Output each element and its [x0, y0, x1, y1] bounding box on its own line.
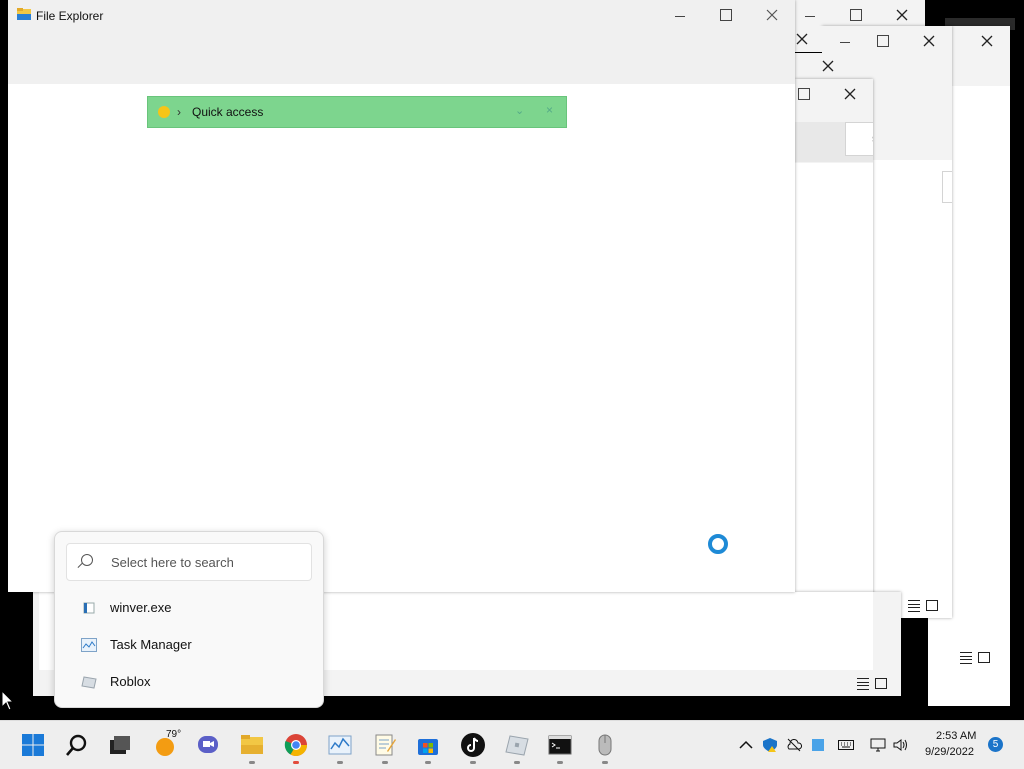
close-button[interactable] — [805, 53, 847, 79]
search-result-label: Task Manager — [110, 637, 192, 652]
start-button[interactable] — [21, 733, 45, 757]
view-buttons[interactable] — [960, 652, 990, 664]
weather-temperature: 79° — [166, 729, 182, 740]
file-explorer-icon[interactable] — [240, 733, 264, 757]
search-result-label: winver.exe — [110, 600, 172, 615]
minimize-button[interactable] — [657, 0, 703, 30]
minimize-button[interactable] — [830, 26, 860, 56]
search-result-roblox[interactable]: Roblox — [55, 664, 321, 700]
volume-icon[interactable] — [893, 738, 909, 752]
security-shield-icon[interactable] — [762, 738, 778, 752]
background-window-7[interactable]: ss — [795, 79, 873, 669]
view-buttons[interactable] — [857, 678, 887, 690]
background-window-5[interactable] — [795, 53, 847, 79]
microsoft-store-icon[interactable] — [416, 733, 440, 757]
running-indicator — [470, 761, 476, 764]
close-button[interactable] — [827, 79, 873, 109]
running-indicator — [293, 761, 299, 764]
app-tray-icon[interactable] — [810, 738, 826, 752]
task-view-icon[interactable] — [108, 733, 132, 757]
terminal-icon[interactable] — [548, 733, 572, 757]
address-field-text: ss — [872, 133, 873, 145]
quick-access-star-icon — [158, 106, 170, 118]
tiktok-icon[interactable] — [461, 733, 485, 757]
maximize-button[interactable] — [795, 79, 827, 109]
chevron-right-icon[interactable]: › — [177, 105, 181, 119]
notepad-icon[interactable] — [373, 733, 397, 757]
notification-badge[interactable]: 5 — [988, 737, 1003, 752]
close-icon[interactable]: × — [546, 103, 553, 117]
view-buttons[interactable] — [908, 600, 938, 612]
address-field-partial[interactable]: ss — [845, 122, 873, 156]
chrome-icon[interactable] — [284, 733, 308, 757]
loading-spinner — [708, 534, 728, 554]
details-view-icon[interactable] — [908, 600, 920, 612]
chevron-down-icon[interactable]: ⌄ — [515, 104, 524, 117]
search-icon[interactable] — [65, 733, 89, 757]
teams-chat-icon[interactable] — [196, 733, 220, 757]
running-indicator — [557, 761, 563, 764]
chevron-up-icon[interactable] — [738, 738, 754, 752]
roblox-icon[interactable] — [505, 733, 529, 757]
running-indicator — [382, 761, 388, 764]
onedrive-offline-icon[interactable] — [786, 738, 802, 752]
roblox-icon — [81, 676, 97, 689]
address-bar-label[interactable]: Quick access — [192, 105, 263, 119]
file-explorer-window[interactable]: File Explorer › Quick access ⌄ × — [8, 0, 795, 592]
search-result-label: Roblox — [110, 674, 151, 689]
search-field-partial[interactable] — [942, 171, 952, 203]
folder-icon — [17, 8, 31, 20]
close-button[interactable] — [906, 26, 952, 56]
tiles-view-icon[interactable] — [978, 652, 990, 663]
mouse-cursor-icon — [1, 690, 15, 711]
search-result-winver[interactable]: winver.exe — [55, 590, 321, 626]
explorer-content[interactable] — [8, 84, 795, 592]
details-view-icon[interactable] — [857, 678, 869, 690]
task-manager-icon[interactable] — [328, 733, 352, 757]
running-indicator — [425, 761, 431, 764]
keyboard-icon[interactable] — [838, 738, 854, 752]
close-button[interactable] — [795, 26, 825, 52]
clock-time[interactable]: 2:53 AM — [936, 730, 976, 742]
running-indicator — [602, 761, 608, 764]
taskbar[interactable]: 79° 2:53 AM 9/29/2022 5 — [0, 720, 1024, 769]
network-icon[interactable] — [870, 738, 886, 752]
running-indicator — [337, 761, 343, 764]
tiles-view-icon[interactable] — [875, 678, 887, 689]
search-placeholder: Select here to search — [111, 555, 234, 570]
background-window-6[interactable] — [795, 26, 825, 52]
address-bar[interactable]: › Quick access ⌄ × — [147, 96, 567, 128]
task-manager-icon — [81, 638, 97, 652]
search-icon — [81, 554, 93, 566]
tiles-view-icon[interactable] — [926, 600, 938, 611]
search-popup[interactable]: Select here to search winver.exe Task Ma… — [54, 531, 324, 708]
window-title: File Explorer — [36, 9, 104, 23]
clock-date[interactable]: 9/29/2022 — [925, 746, 974, 758]
maximize-button[interactable] — [860, 26, 906, 56]
close-button[interactable] — [749, 0, 795, 30]
search-input[interactable]: Select here to search — [66, 543, 312, 581]
running-indicator — [249, 761, 255, 764]
search-result-task-manager[interactable]: Task Manager — [55, 627, 321, 663]
maximize-button[interactable] — [703, 0, 749, 30]
mouse-settings-icon[interactable] — [593, 733, 617, 757]
details-view-icon[interactable] — [960, 652, 972, 664]
close-button[interactable] — [964, 26, 1010, 56]
winver-icon — [83, 602, 95, 614]
running-indicator — [514, 761, 520, 764]
